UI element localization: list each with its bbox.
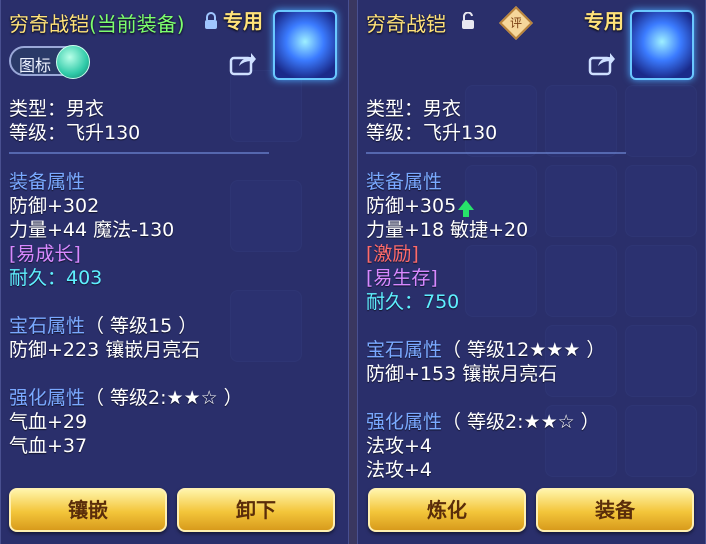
item-type: 类型：男衣	[366, 98, 462, 120]
current-equip-label: (当前装备)	[89, 12, 185, 36]
equip-button[interactable]: 装备	[536, 488, 694, 532]
equip-attr-header: 装备属性	[9, 171, 86, 193]
durability: 耐久：403	[9, 267, 103, 289]
share-icon[interactable]	[229, 50, 257, 76]
equip-attr-header: 装备属性	[366, 171, 443, 193]
gem-stat: 防御+223 镶嵌月亮石	[9, 339, 201, 361]
special-tag: [易生存]	[366, 267, 438, 289]
lock-open-icon[interactable]	[460, 12, 476, 30]
exclusive-label: 专用	[584, 9, 624, 33]
exclusive-label: 专用	[223, 9, 263, 33]
lock-closed-icon[interactable]	[203, 12, 219, 30]
enhance-stat: 气血+29	[9, 411, 88, 433]
item-level: 等级：飞升130	[9, 122, 141, 144]
item-title: 穷奇战铠(当前装备)	[9, 12, 185, 36]
unequip-button[interactable]: 卸下	[177, 488, 335, 532]
current-equipment-panel: 穷奇战铠(当前装备) 专用 图标 类型：男衣 等级：飞升130 装备属性 防御+…	[0, 0, 349, 544]
icon-toggle[interactable]: 图标	[9, 45, 90, 79]
item-type: 类型：男衣	[9, 98, 105, 120]
enhance-stat: 法攻+4	[366, 459, 433, 481]
gem-attr-row: 宝石属性（ 等级15 ）	[9, 315, 198, 337]
divider	[366, 152, 626, 154]
armor-item-icon	[273, 10, 337, 80]
enhance-stat: 法攻+4	[366, 435, 433, 457]
enhance-attr-row: 强化属性（ 等级2:★★☆ ）	[366, 411, 600, 433]
special-tag: [激励]	[366, 243, 419, 265]
gem-stat: 防御+153 镶嵌月亮石	[366, 363, 558, 385]
stat-line: 防御+305	[366, 191, 475, 218]
refine-button[interactable]: 炼化	[368, 488, 526, 532]
enhance-stat: 气血+37	[9, 435, 88, 457]
special-tag: [易成长]	[9, 243, 81, 265]
stat-line: 防御+302	[9, 195, 100, 217]
compare-item-panel: 穷奇战铠 专用 类型：男衣 等级：飞升130 装备属性 防御+305 力量+18…	[357, 0, 706, 544]
item-level: 等级：飞升130	[366, 122, 498, 144]
item-title: 穷奇战铠	[366, 12, 446, 36]
stat-line: 力量+18 敏捷+20	[366, 219, 529, 241]
stat-line: 力量+44 魔法-130	[9, 219, 175, 241]
durability: 耐久：750	[366, 291, 460, 313]
toggle-knob	[56, 45, 90, 79]
share-icon[interactable]	[588, 50, 616, 76]
armor-item-icon	[630, 10, 694, 80]
inlay-button[interactable]: 镶嵌	[9, 488, 167, 532]
divider	[9, 152, 269, 154]
gem-attr-row: 宝石属性（ 等级12★★★ ）	[366, 339, 606, 361]
enhance-attr-row: 强化属性（ 等级2:★★☆ ）	[9, 387, 243, 409]
